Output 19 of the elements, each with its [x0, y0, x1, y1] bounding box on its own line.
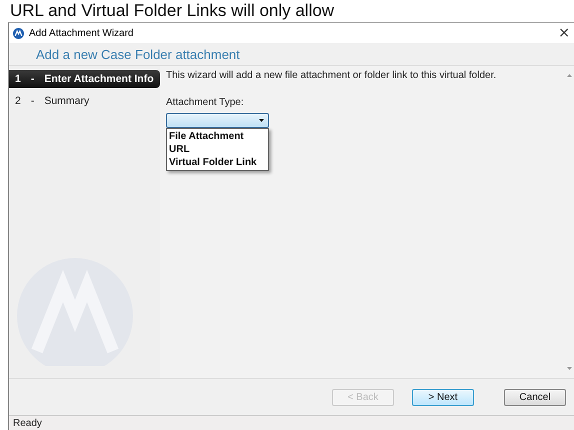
wizard-step[interactable]: 1 - Enter Attachment Info — [9, 70, 160, 88]
dropdown-option[interactable]: URL — [169, 143, 266, 156]
field-label: Attachment Type: — [166, 97, 245, 108]
caret-icon — [259, 119, 264, 122]
close-button[interactable]: × — [558, 25, 570, 41]
dropdown-option[interactable]: Virtual Folder Link — [169, 156, 266, 169]
window-title: Add Attachment Wizard — [29, 28, 134, 38]
scroll-up-icon[interactable] — [567, 74, 572, 77]
scroll-down-icon[interactable] — [567, 367, 572, 370]
dropdown-option[interactable]: File Attachment — [169, 130, 266, 143]
wizard-button[interactable]: > Next — [412, 388, 474, 406]
wizard-button[interactable]: Cancel — [504, 388, 566, 406]
app-logo-icon — [13, 28, 24, 38]
status-text: Ready — [13, 418, 42, 428]
background-text: URL and Virtual Folder Links will only allow — [9, 0, 336, 22]
attachment-type-dropdown[interactable] — [166, 113, 269, 128]
wizard-step[interactable]: 2 - Summary — [9, 92, 160, 110]
intro-text: This wizard will add a new file attachment or folder link to this virtual folder. — [166, 70, 498, 81]
wizard-title: Add a new Case Folder attachment — [36, 46, 240, 62]
